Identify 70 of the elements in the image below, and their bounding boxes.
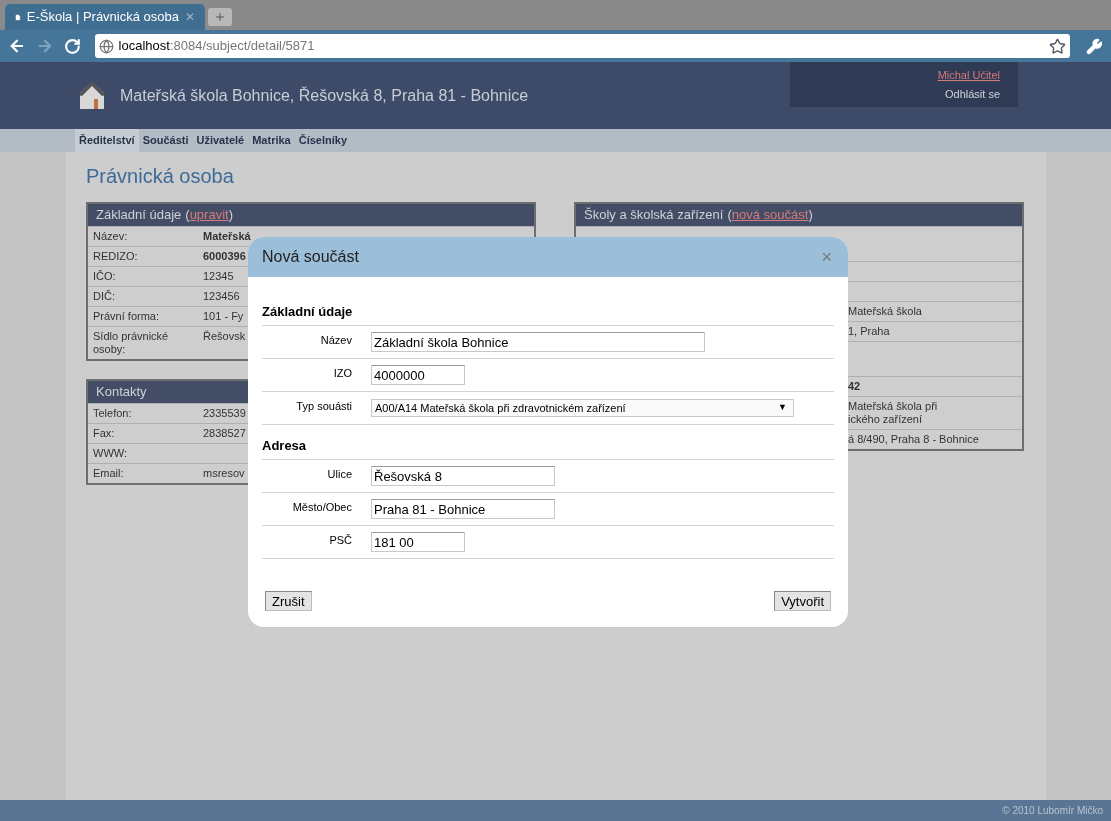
cell-text: á 8/490, Praha 8 - Bohnice xyxy=(848,433,979,446)
nav-tab[interactable]: Součásti xyxy=(138,129,193,152)
bracket: ( xyxy=(727,206,732,225)
user-link[interactable]: Michal Učitel xyxy=(937,67,1000,84)
school-title: Mateřská škola Bohnice, Řešovská 8, Praha 81 - Bohnice xyxy=(120,85,529,106)
input-field[interactable]: Řešovská 8 xyxy=(371,466,555,486)
bracket: ( xyxy=(185,206,190,225)
form-label: Město/Obec xyxy=(291,500,352,515)
field-label: DIČ: xyxy=(92,289,116,304)
form-label: Název xyxy=(319,333,352,348)
browser-tab[interactable]: E-Škola | Právnická osoba ✕ xyxy=(5,4,205,30)
cell-text: ického zařízení xyxy=(848,413,923,426)
cell-text: 42 xyxy=(848,380,861,393)
panel-title: Kontakty xyxy=(96,383,147,402)
wrench-icon[interactable] xyxy=(1086,37,1103,55)
field-label: Fax: xyxy=(92,426,116,441)
input-field[interactable]: Základní škola Bohnice xyxy=(371,332,705,352)
page-title: Právnická osoba xyxy=(86,164,235,188)
field-label: Název: xyxy=(92,229,129,244)
field-value: 123456 xyxy=(203,289,240,304)
nav-tab[interactable]: Ředitelství xyxy=(75,129,139,152)
url-host: localhost xyxy=(118,37,170,56)
input-field[interactable]: 181 00 xyxy=(371,532,465,552)
nav-tab[interactable]: Uživatelé xyxy=(192,129,249,152)
form-label: Typ souásti xyxy=(295,399,352,414)
input-field[interactable]: 4000000 xyxy=(371,365,465,385)
star-icon[interactable] xyxy=(1049,37,1067,55)
cancel-button[interactable]: Zrušit xyxy=(265,591,312,611)
form-label: IZO xyxy=(332,366,352,381)
url-path: :8084/subject/detail/5871 xyxy=(169,37,316,56)
field-label: Právní forma: xyxy=(92,309,161,324)
bracket: ) xyxy=(808,206,813,225)
field-value: 101 - Fy xyxy=(203,309,244,324)
field-label: WWW: xyxy=(92,446,128,461)
panel-title: Školy a školská zařízení xyxy=(584,206,724,225)
plus-icon xyxy=(214,11,226,23)
cell-text: 1, Praha xyxy=(848,325,890,338)
panel-title: Základní údaje xyxy=(96,206,182,225)
field-label: Sídlo právnické osoby: xyxy=(92,329,170,357)
field-value: 2838527 xyxy=(203,426,246,441)
field-value: Řešovsk xyxy=(203,329,246,344)
dialog-title: Nová součást xyxy=(262,247,359,267)
copyright-text: © 2010 Lubomír Mičko xyxy=(1002,804,1103,818)
logout-link[interactable]: Odhlásit se xyxy=(944,85,1000,102)
section-heading: Základní údaje xyxy=(262,304,354,321)
type-select[interactable]: A00/A14 Mateřská škola při zdravotnickém zařízení ▼ xyxy=(371,399,794,417)
field-label: Telefon: xyxy=(92,406,133,421)
bracket: ) xyxy=(228,206,233,225)
address-bar[interactable]: localhost:8084/subject/detail/5871 xyxy=(94,34,1071,58)
field-value: 12345 xyxy=(203,269,234,284)
field-label: Email: xyxy=(92,466,125,481)
create-button[interactable]: Vytvořit xyxy=(774,591,831,611)
section-heading: Adresa xyxy=(262,438,308,455)
input-field[interactable]: Praha 81 - Bohnice xyxy=(371,499,555,519)
nav-tab[interactable]: Matrika xyxy=(248,129,295,152)
field-value: msresov xyxy=(203,466,245,481)
reload-icon[interactable] xyxy=(63,37,81,55)
field-value: Mateřská xyxy=(203,229,251,244)
field-label: IČO: xyxy=(92,269,117,284)
field-label: REDIZO: xyxy=(92,249,139,264)
form-label: Ulice xyxy=(326,467,352,482)
nav-tab[interactable]: Číselníky xyxy=(294,129,352,152)
caret-icon: ▼ xyxy=(778,401,787,415)
form-label: PSČ xyxy=(328,533,352,548)
globe-icon xyxy=(98,38,114,54)
field-value: 2335539 xyxy=(203,406,246,421)
cell-text: Mateřská škola při xyxy=(848,400,938,413)
back-icon[interactable] xyxy=(8,37,26,55)
field-value: 6000396 xyxy=(203,249,246,264)
cell-text: Mateřská škola xyxy=(848,305,922,318)
